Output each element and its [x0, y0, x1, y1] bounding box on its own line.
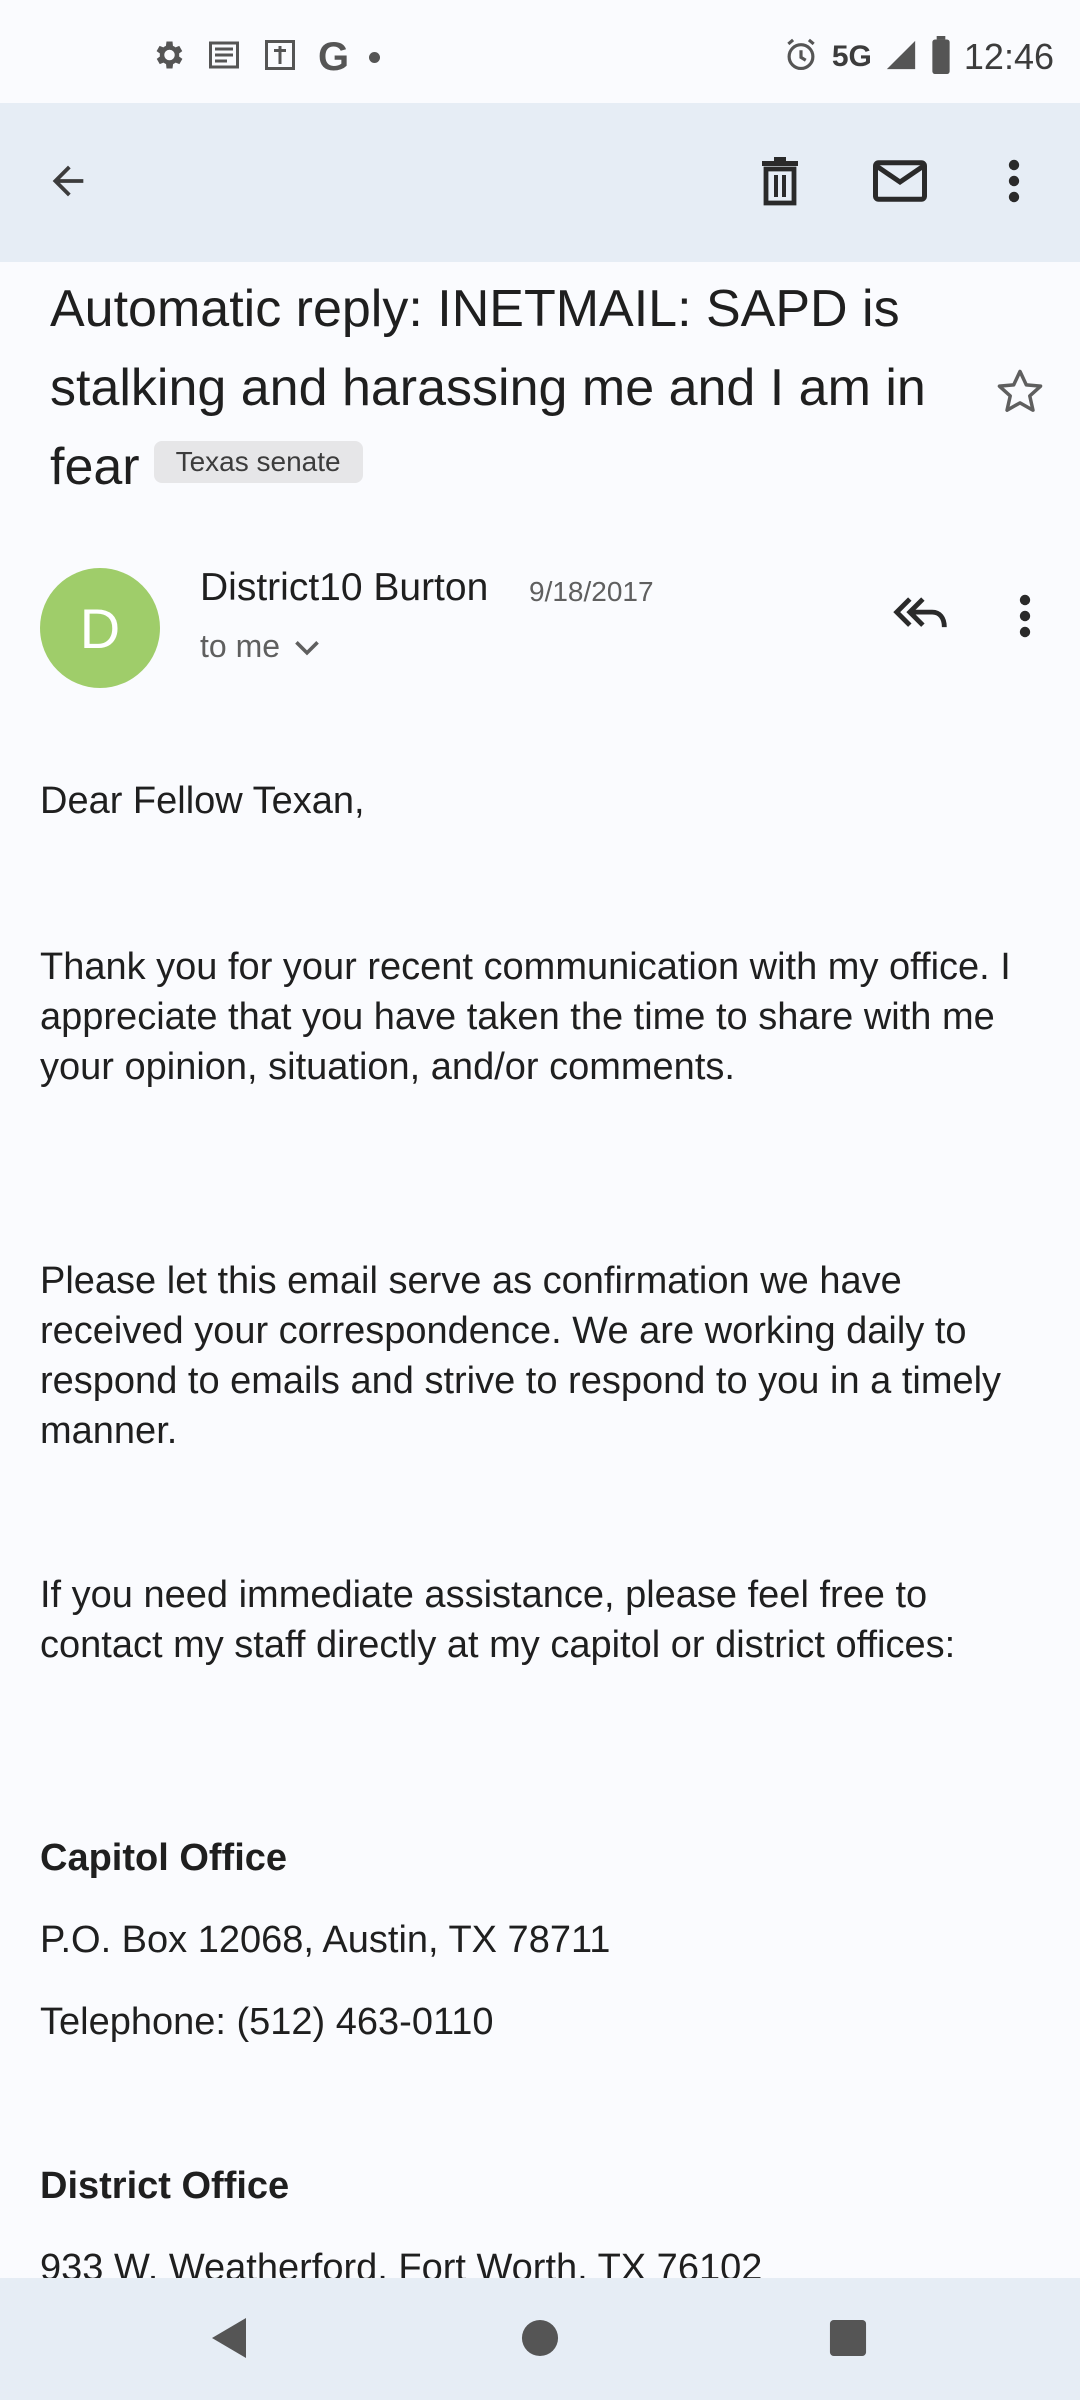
mark-unread-button[interactable]: [858, 141, 942, 225]
capitol-office-heading: Capitol Office: [40, 1837, 288, 1879]
status-bar-system: 5G 12:46: [782, 34, 1054, 80]
recipient-label: to me: [200, 628, 281, 664]
status-bar-notifications: G: [150, 35, 381, 79]
status-bar: G 5G 12:46: [0, 0, 1080, 103]
body-paragraph-2: Please let this email serve as confirmat…: [40, 1260, 1002, 1452]
body-paragraph-1: Thank you for your recent communication …: [40, 946, 1011, 1088]
arrow-left-icon: [45, 158, 91, 209]
chevron-down-icon: [294, 628, 320, 665]
district-address: 933 W. Weatherford, Fort Worth, TX 76102: [40, 2247, 763, 2278]
star-button[interactable]: [990, 364, 1050, 424]
info-card-icon: [262, 37, 298, 78]
nav-home-icon: [521, 2319, 559, 2362]
settings-icon: [150, 37, 186, 78]
network-type: 5G: [831, 40, 872, 73]
delete-button[interactable]: [738, 141, 822, 225]
screen-content: G 5G 12:46 Automatic reply: INETMAIL: SA…: [0, 0, 1080, 2278]
nav-back-icon: [210, 2316, 250, 2365]
nav-back-button[interactable]: [192, 2302, 268, 2378]
more-vert-icon: [1007, 159, 1021, 208]
alarm-icon: [782, 36, 820, 79]
label-chip[interactable]: Texas senate: [153, 441, 363, 484]
app-toolbar: [0, 103, 1080, 262]
recipient-details-toggle[interactable]: to me: [200, 628, 320, 665]
mail-icon: [873, 159, 928, 207]
email-date: 9/18/2017: [529, 576, 654, 607]
google-icon: G: [318, 35, 350, 79]
sender-name[interactable]: District10 Burton: [200, 566, 488, 610]
avatar[interactable]: D: [40, 568, 160, 688]
message-more-button[interactable]: [1000, 586, 1050, 650]
nav-recents-icon: [829, 2319, 867, 2362]
email-subject: Automatic reply: INETMAIL: SAPD is stalk…: [50, 270, 950, 507]
news-icon: [206, 37, 242, 78]
dot-icon: [369, 51, 381, 63]
system-nav-bar: [0, 2278, 1080, 2400]
reply-all-icon: [893, 593, 949, 640]
back-button[interactable]: [26, 141, 110, 225]
capitol-address: P.O. Box 12068, Austin, TX 78711: [40, 1919, 611, 1961]
capitol-phone[interactable]: Telephone: (512) 463-0110: [40, 1997, 1050, 2047]
nav-recents-button[interactable]: [810, 2302, 886, 2378]
signal-icon: [884, 38, 918, 77]
nav-home-button[interactable]: [502, 2302, 578, 2378]
clock: 12:46: [963, 36, 1054, 77]
reply-all-button[interactable]: [888, 586, 954, 646]
more-options-button[interactable]: [972, 141, 1056, 225]
battery-icon: [930, 35, 952, 79]
trash-icon: [756, 155, 804, 212]
district-office-heading: District Office: [40, 2165, 290, 2207]
body-paragraph-3: If you need immediate assistance, please…: [40, 1574, 956, 1666]
star-icon: [994, 366, 1046, 423]
more-vert-icon: [1018, 594, 1032, 643]
body-greeting: Dear Fellow Texan,: [40, 780, 365, 822]
